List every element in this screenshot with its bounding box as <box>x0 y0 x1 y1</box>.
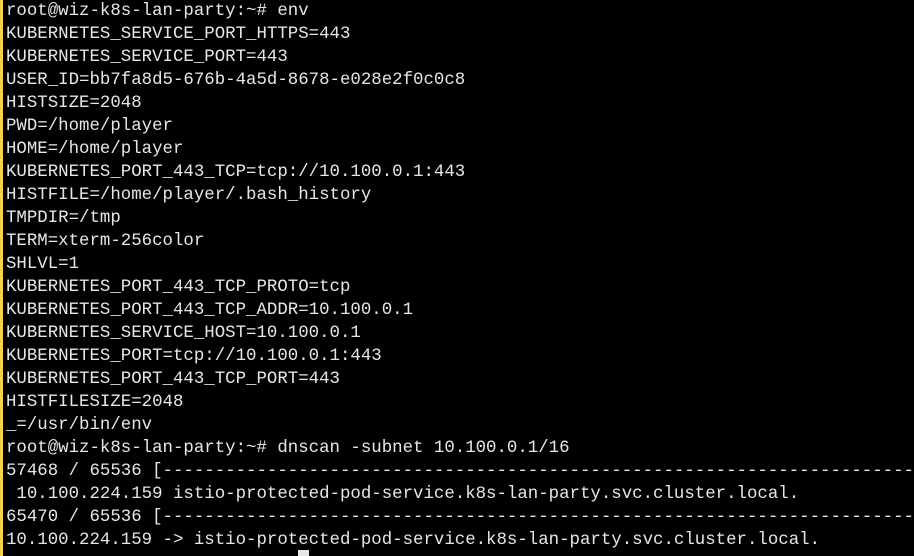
terminal-output: root@wiz-k8s-lan-party:~# env KUBERNETES… <box>6 0 914 552</box>
output-line: HISTSIZE=2048 <box>6 94 142 113</box>
output-line: KUBERNETES_SERVICE_HOST=10.100.0.1 <box>6 324 361 343</box>
output-line: HISTFILE=/home/player/.bash_history <box>6 186 372 205</box>
output-line: USER_ID=bb7fa8d5-676b-4a5d-8678-e028e2f0… <box>6 71 466 90</box>
scan-result-line: 10.100.224.159 -> istio-protected-pod-se… <box>6 531 821 550</box>
scan-result-line: 10.100.224.159 istio-protected-pod-servi… <box>6 485 800 504</box>
output-line: KUBERNETES_SERVICE_PORT=443 <box>6 48 288 67</box>
output-line: KUBERNETES_PORT_443_TCP=tcp://10.100.0.1… <box>6 163 466 182</box>
prompt-line-env: root@wiz-k8s-lan-party:~# env <box>6 2 309 21</box>
output-line: HOME=/home/player <box>6 140 184 159</box>
text-cursor <box>298 550 309 556</box>
terminal-window[interactable]: root@wiz-k8s-lan-party:~# env KUBERNETES… <box>0 0 914 556</box>
output-line: KUBERNETES_PORT_443_TCP_PROTO=tcp <box>6 278 351 297</box>
output-line: KUBERNETES_PORT=tcp://10.100.0.1:443 <box>6 347 382 366</box>
output-line: KUBERNETES_PORT_443_TCP_ADDR=10.100.0.1 <box>6 301 414 320</box>
output-line: KUBERNETES_SERVICE_PORT_HTTPS=443 <box>6 25 351 44</box>
output-line: TMPDIR=/tmp <box>6 209 121 228</box>
output-line: TERM=xterm-256color <box>6 232 205 251</box>
output-line: HISTFILESIZE=2048 <box>6 393 184 412</box>
output-line: SHLVL=1 <box>6 255 80 274</box>
output-line: PWD=/home/player <box>6 117 173 136</box>
prompt-line-dnscan: root@wiz-k8s-lan-party:~# dnscan -subnet… <box>6 439 570 458</box>
progress-line: 57468 / 65536 [-------------------------… <box>6 462 914 481</box>
window-edge-bar <box>0 0 3 556</box>
output-line: KUBERNETES_PORT_443_TCP_PORT=443 <box>6 370 340 389</box>
progress-line: 65470 / 65536 [-------------------------… <box>6 508 914 527</box>
output-line: _=/usr/bin/env <box>6 416 153 435</box>
